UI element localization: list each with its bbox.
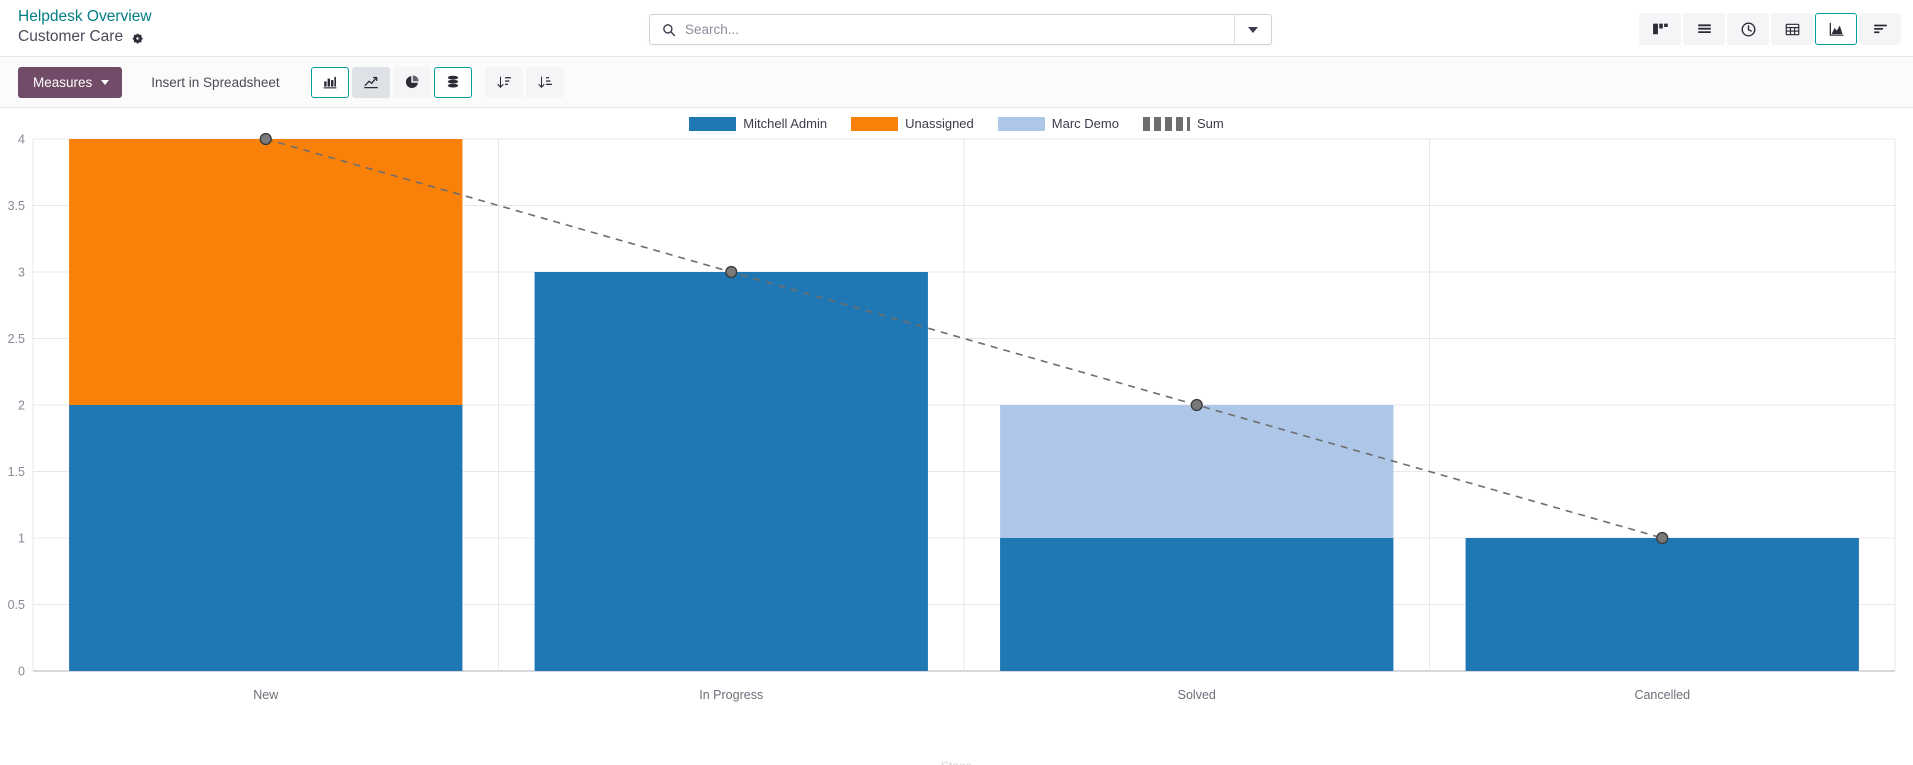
search-input-wrapper <box>650 15 1234 44</box>
x-axis-tick-label: Cancelled <box>1634 688 1690 702</box>
gear-icon[interactable] <box>131 31 144 44</box>
sum-data-point[interactable] <box>259 132 272 146</box>
search-icon <box>662 23 676 37</box>
measures-label: Measures <box>33 74 93 90</box>
chart-plot-area: 0 0.5 1 1.5 2 2.5 3 3.5 4 New In Progress Solved Can… <box>0 108 1913 765</box>
breadcrumb: Helpdesk Overview Customer Care <box>18 8 152 47</box>
breadcrumb-current: Customer Care <box>18 27 124 45</box>
area-chart-icon <box>1828 21 1845 38</box>
list-icon <box>1696 21 1713 38</box>
y-axis-tick-label: 0.5 <box>8 598 25 612</box>
measures-dropdown-button[interactable]: Measures <box>18 66 123 98</box>
sort-descending-button[interactable] <box>484 66 523 98</box>
sum-data-point[interactable] <box>725 265 738 279</box>
search-dropdown-toggle[interactable] <box>1234 15 1271 44</box>
kanban-icon <box>1652 21 1669 38</box>
view-switcher-pivot[interactable] <box>1771 13 1813 45</box>
sort-group <box>484 66 564 98</box>
sort-amount-desc-icon <box>496 74 512 90</box>
view-switcher-kanban[interactable] <box>1639 13 1681 45</box>
search-input[interactable] <box>685 22 1234 37</box>
chart-bar-segment[interactable] <box>1000 405 1394 538</box>
bar-chart-icon <box>322 74 338 90</box>
y-axis-tick-label: 2 <box>18 399 25 413</box>
sum-data-point[interactable] <box>1190 398 1203 412</box>
x-axis-tick-label: Solved <box>1178 688 1216 702</box>
clock-icon <box>1740 21 1757 38</box>
insert-in-spreadsheet-button[interactable]: Insert in Spreadsheet <box>140 67 290 98</box>
chart-bar-segment[interactable] <box>69 405 463 671</box>
pivot-grid-icon <box>1784 21 1801 38</box>
y-axis-tick-label: 0 <box>18 665 25 679</box>
y-axis-tick-label: 2.5 <box>8 332 25 346</box>
sort-ascending-button[interactable] <box>525 66 564 98</box>
chart-bar-segment[interactable] <box>1465 538 1859 671</box>
chart-type-line[interactable] <box>351 66 390 98</box>
line-chart-icon <box>363 74 379 90</box>
sum-data-point[interactable] <box>1656 531 1669 545</box>
chart-canvas[interactable]: 0 0.5 1 1.5 2 2.5 3 3.5 4 New In Progress Solved Can… <box>0 108 1913 765</box>
toggle-stacked-button[interactable] <box>433 66 472 98</box>
chart-toolbar: Measures Insert in Spreadsheet <box>0 57 1913 108</box>
x-axis-tick-label: New <box>253 688 279 702</box>
chevron-down-icon <box>1248 26 1258 33</box>
cohort-bars-icon <box>1872 21 1889 38</box>
chart-type-pie[interactable] <box>392 66 431 98</box>
search-view <box>649 14 1272 45</box>
view-switcher-activity[interactable] <box>1727 13 1769 45</box>
chart-type-group <box>310 66 431 98</box>
pie-chart-icon <box>404 74 420 90</box>
x-axis-tick-label: In Progress <box>699 688 763 702</box>
control-panel-top: Helpdesk Overview Customer Care <box>0 0 1913 57</box>
view-switcher-graph[interactable] <box>1815 13 1857 45</box>
breadcrumb-parent[interactable]: Helpdesk Overview <box>18 8 152 27</box>
view-switcher-cohort[interactable] <box>1859 13 1901 45</box>
sort-amount-asc-icon <box>537 74 553 90</box>
y-axis-tick-label: 1.5 <box>8 465 25 479</box>
stacked-disks-icon <box>445 74 461 90</box>
x-axis-title: Stage <box>0 759 1913 765</box>
chart-type-bar[interactable] <box>310 66 349 98</box>
view-switcher <box>1639 13 1901 45</box>
chevron-down-icon <box>101 79 110 85</box>
y-axis-tick-label: 3 <box>18 266 25 280</box>
graph-view: Mitchell Admin Unassigned Marc Demo Sum 0 0.… <box>0 108 1913 765</box>
stack-group <box>433 66 472 98</box>
y-axis-tick-label: 4 <box>18 133 25 147</box>
y-axis-tick-label: 3.5 <box>8 199 25 213</box>
chart-bar-segment[interactable] <box>534 272 928 671</box>
view-switcher-list[interactable] <box>1683 13 1725 45</box>
y-axis-tick-label: 1 <box>18 532 25 546</box>
chart-bar-segment[interactable] <box>1000 538 1394 671</box>
